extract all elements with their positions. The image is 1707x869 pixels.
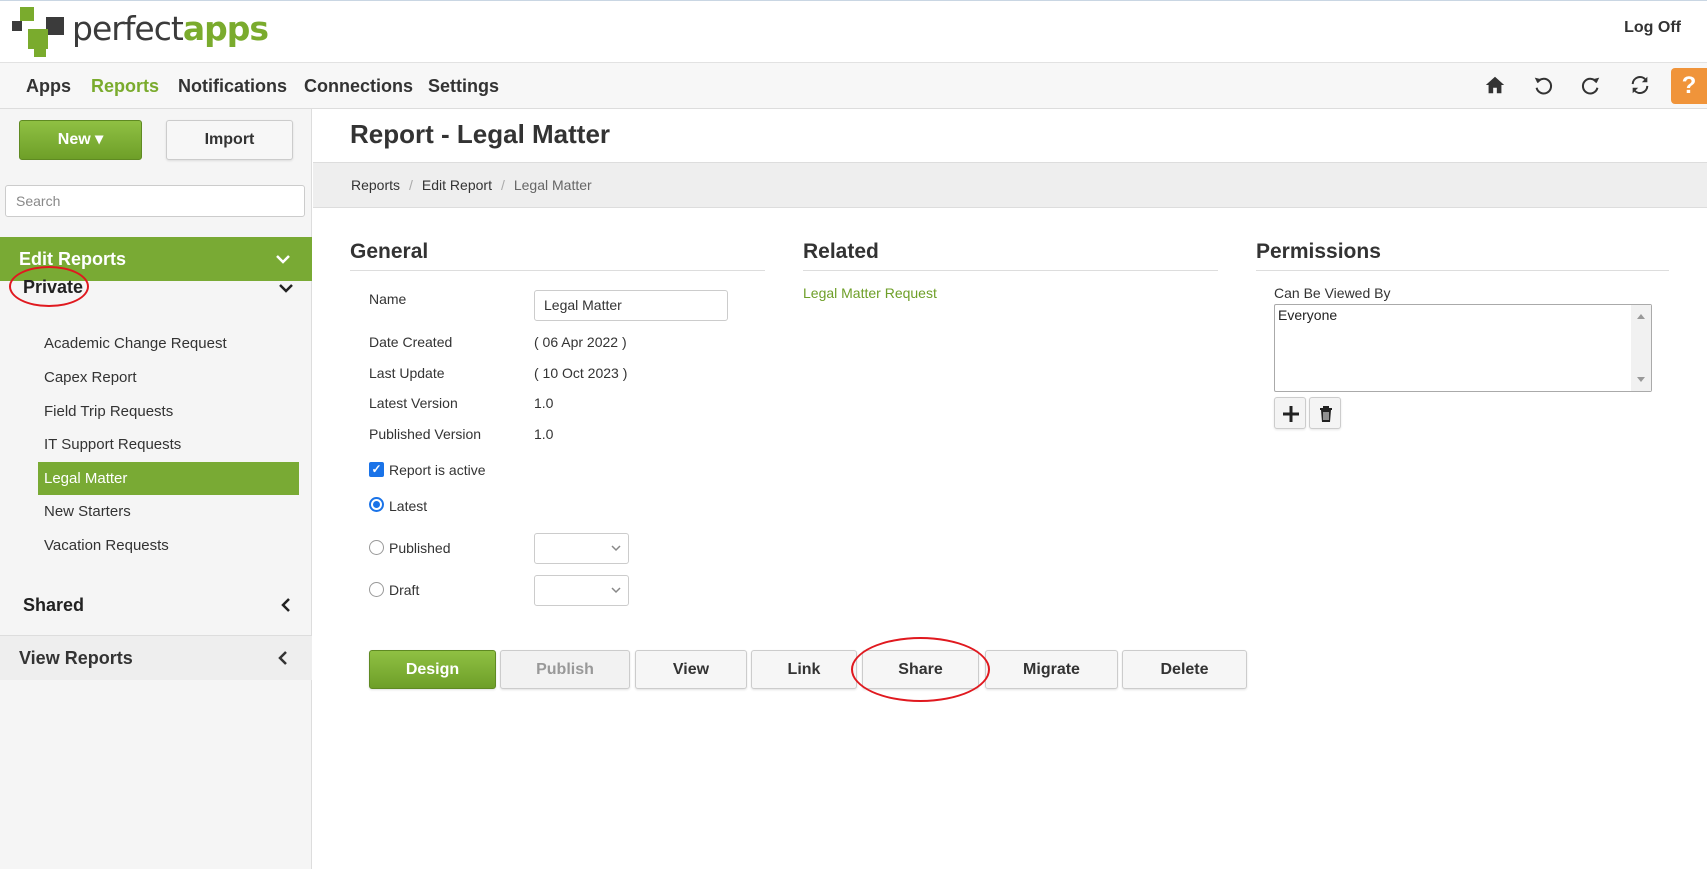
publish-button[interactable]: Publish	[500, 650, 630, 689]
report-vacation-requests[interactable]: Vacation Requests	[38, 529, 299, 562]
general-heading: General	[350, 240, 429, 263]
breadcrumb-reports[interactable]: Reports	[351, 177, 400, 193]
published-version-select[interactable]	[534, 533, 629, 564]
caret-down-icon: ▾	[95, 131, 104, 148]
divider	[1256, 270, 1669, 271]
nav-notifications[interactable]: Notifications	[178, 76, 287, 97]
can-be-viewed-by-label: Can Be Viewed By	[1274, 285, 1391, 301]
delete-button[interactable]: Delete	[1122, 650, 1247, 689]
app-header: perfectapps Log Off	[0, 0, 1707, 63]
redo-icon[interactable]	[1580, 74, 1604, 98]
related-heading: Related	[803, 240, 879, 263]
add-viewer-button[interactable]	[1274, 397, 1306, 429]
divider	[350, 270, 765, 271]
name-label: Name	[369, 291, 407, 307]
date-created-label: Date Created	[369, 334, 453, 350]
migrate-button[interactable]: Migrate	[985, 650, 1118, 689]
view-button[interactable]: View	[635, 650, 747, 689]
draft-radio[interactable]	[369, 582, 384, 597]
chevron-down-icon	[611, 587, 621, 594]
view-reports-label: View Reports	[19, 648, 133, 668]
viewer-option[interactable]: Everyone	[1278, 307, 1337, 323]
scroll-arrows-icon	[1637, 314, 1645, 382]
permissions-heading: Permissions	[1256, 240, 1381, 263]
trash-icon	[1320, 406, 1332, 422]
link-button[interactable]: Link	[751, 650, 857, 689]
report-active-label: Report is active	[389, 462, 486, 478]
related-link[interactable]: Legal Matter Request	[803, 285, 937, 301]
edit-reports-label: Edit Reports	[19, 249, 127, 269]
divider	[803, 270, 1218, 271]
published-version-value: 1.0	[534, 426, 554, 442]
breadcrumb: Reports / Edit Report / Legal Matter	[313, 162, 1707, 208]
logo-mark-icon	[12, 7, 68, 57]
latest-version-value: 1.0	[534, 395, 554, 411]
report-active-checkbox[interactable]: ✓	[369, 462, 384, 477]
breadcrumb-current: Legal Matter	[513, 177, 592, 193]
undo-icon[interactable]	[1532, 74, 1556, 98]
home-icon[interactable]	[1484, 74, 1508, 98]
nav-settings[interactable]: Settings	[428, 76, 499, 97]
highlight-circle-private	[9, 266, 89, 307]
last-update-label: Last Update	[369, 365, 445, 381]
refresh-icon[interactable]	[1629, 74, 1653, 98]
published-label: Published	[389, 540, 451, 556]
plus-icon	[1283, 406, 1299, 422]
highlight-circle-share	[851, 637, 990, 702]
chevron-left-icon	[274, 636, 292, 685]
report-legal-matter[interactable]: Legal Matter	[38, 462, 299, 495]
nav-connections[interactable]: Connections	[304, 76, 413, 97]
log-off-link[interactable]: Log Off	[1624, 19, 1681, 37]
chevron-left-icon[interactable]	[277, 596, 295, 614]
breadcrumb-edit-report[interactable]: Edit Report	[422, 177, 492, 193]
date-created-value: ( 06 Apr 2022 )	[534, 334, 627, 350]
main-nav: Apps Reports Notifications Connections S…	[0, 63, 1707, 109]
page-title: Report - Legal Matter	[350, 119, 611, 149]
search-input[interactable]	[5, 185, 305, 217]
shared-group-title[interactable]: Shared	[23, 595, 84, 616]
report-capex-report[interactable]: Capex Report	[38, 361, 299, 394]
sidebar: New ▾ Import Edit Reports Private Academ…	[0, 109, 312, 869]
perfectapps-logo[interactable]: perfectapps	[12, 7, 269, 57]
published-version-label: Published Version	[369, 426, 482, 442]
import-button[interactable]: Import	[166, 120, 293, 160]
chevron-down-icon	[611, 545, 621, 552]
latest-label: Latest	[389, 498, 428, 514]
chevron-down-icon[interactable]	[277, 279, 295, 297]
report-field-trip-requests[interactable]: Field Trip Requests	[38, 395, 299, 428]
remove-viewer-button[interactable]	[1309, 397, 1341, 429]
report-it-support-requests[interactable]: IT Support Requests	[38, 428, 299, 461]
draft-version-select[interactable]	[534, 575, 629, 606]
logo-text: perfectapps	[72, 8, 269, 48]
viewers-listbox[interactable]: Everyone	[1274, 304, 1652, 392]
new-button[interactable]: New ▾	[19, 120, 142, 160]
last-update-value: ( 10 Oct 2023 )	[534, 365, 628, 381]
help-button[interactable]: ?	[1671, 68, 1707, 104]
view-reports-header[interactable]: View Reports	[0, 636, 312, 680]
design-button[interactable]: Design	[369, 650, 496, 689]
latest-radio[interactable]	[369, 497, 384, 512]
listbox-scrollbar[interactable]	[1631, 305, 1651, 391]
nav-apps[interactable]: Apps	[26, 76, 71, 97]
report-new-starters[interactable]: New Starters	[38, 495, 299, 528]
report-academic-change-request[interactable]: Academic Change Request	[38, 327, 299, 360]
name-input[interactable]: Legal Matter	[534, 290, 728, 321]
draft-label: Draft	[389, 582, 420, 598]
latest-version-label: Latest Version	[369, 395, 458, 411]
nav-reports[interactable]: Reports	[91, 76, 159, 97]
published-radio[interactable]	[369, 540, 384, 555]
